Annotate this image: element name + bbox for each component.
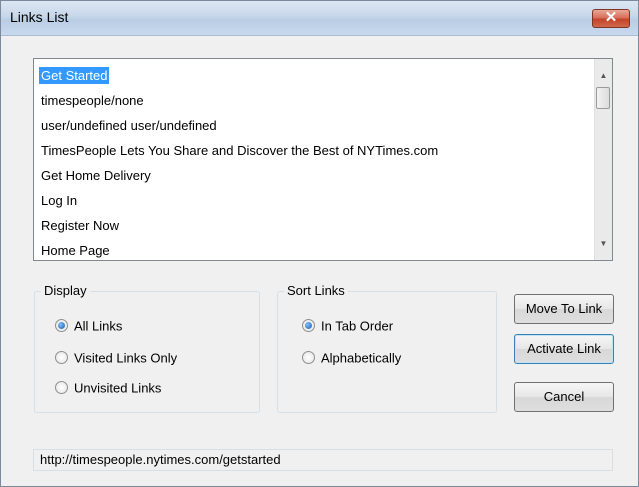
radio-button-icon: [302, 351, 315, 365]
radio-button-icon: [55, 351, 68, 365]
list-item[interactable]: user/undefined user/undefined: [39, 116, 594, 141]
radio-button-icon: [55, 319, 68, 333]
links-list-dialog: Links List ✕ Get Started timespeople/non…: [0, 0, 639, 487]
sort-group: Sort Links In Tab Order Alphabetically: [277, 283, 497, 413]
scroll-down-icon[interactable]: ▼: [595, 235, 612, 252]
radio-button-icon: [55, 381, 68, 395]
list-item[interactable]: Register Now: [39, 216, 594, 241]
radio-unvisited-links[interactable]: Unvisited Links: [55, 378, 161, 398]
scroll-thumb[interactable]: [596, 87, 610, 109]
list-item[interactable]: Get Started: [39, 66, 594, 91]
radio-all-links[interactable]: All Links: [55, 316, 122, 336]
list-item[interactable]: Get Home Delivery: [39, 166, 594, 191]
dialog-title: Links List: [10, 9, 69, 25]
list-item[interactable]: timespeople/none: [39, 91, 594, 116]
activate-link-button[interactable]: Activate Link: [514, 334, 614, 364]
move-to-link-button[interactable]: Move To Link: [514, 294, 614, 324]
close-button[interactable]: ✕: [592, 9, 630, 28]
display-group-label: Display: [41, 283, 90, 298]
list-item[interactable]: Log In: [39, 191, 594, 216]
radio-alphabetically[interactable]: Alphabetically: [302, 348, 401, 368]
links-listbox[interactable]: Get Started timespeople/none user/undefi…: [33, 58, 613, 261]
list-item[interactable]: Home Page: [39, 241, 594, 260]
display-group: Display All Links Visited Links Only Unv…: [34, 283, 260, 413]
vertical-scrollbar[interactable]: ▲ ▼: [594, 59, 612, 260]
radio-visited-links-only[interactable]: Visited Links Only: [55, 348, 177, 368]
url-status-bar: http://timespeople.nytimes.com/getstarte…: [33, 449, 613, 471]
close-icon: ✕: [604, 9, 618, 26]
radio-button-icon: [302, 319, 315, 333]
radio-in-tab-order[interactable]: In Tab Order: [302, 316, 393, 336]
cancel-button[interactable]: Cancel: [514, 382, 614, 412]
scroll-up-icon[interactable]: ▲: [595, 67, 612, 84]
list-item[interactable]: TimesPeople Lets You Share and Discover …: [39, 141, 594, 166]
title-bar: Links List ✕: [1, 1, 638, 36]
sort-group-label: Sort Links: [284, 283, 348, 298]
